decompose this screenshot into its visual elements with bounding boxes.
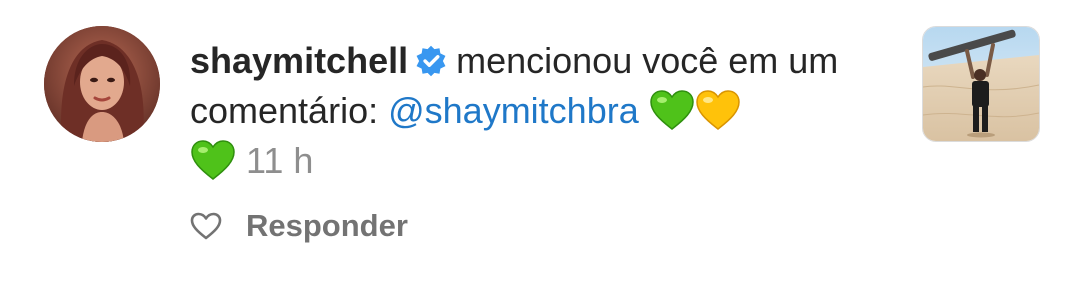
reply-button[interactable]: Responder: [246, 208, 408, 244]
heart-outline-icon[interactable]: [190, 211, 222, 241]
post-thumbnail[interactable]: [922, 26, 1040, 142]
green-heart-emoji: [650, 90, 694, 130]
yellow-heart-emoji: [696, 90, 740, 130]
mention-link[interactable]: @shaymitchbra: [388, 90, 639, 131]
user-avatar[interactable]: [44, 26, 160, 142]
green-heart-emoji: [191, 140, 235, 180]
reply-row: Responder: [190, 204, 408, 248]
username-link[interactable]: shaymitchell: [190, 40, 408, 81]
notification-row[interactable]: shaymitchell mencionou você em um coment…: [0, 0, 1080, 306]
post-thumbnail-image: [923, 27, 1039, 141]
avatar-image: [44, 26, 160, 142]
timestamp: 11 h: [246, 140, 314, 181]
verified-badge-icon: [416, 45, 446, 77]
notification-text: shaymitchell mencionou você em um coment…: [190, 36, 890, 186]
